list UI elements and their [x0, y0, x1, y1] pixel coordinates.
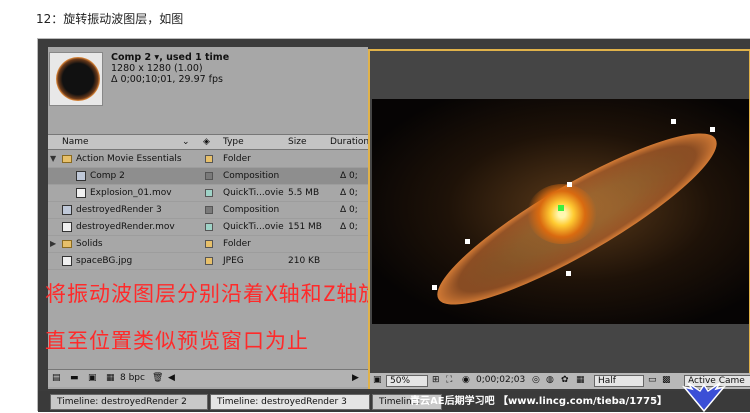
label-color-swatch[interactable] — [205, 172, 213, 180]
item-type: QuickTi...ovie — [223, 188, 284, 198]
disclosure-triangle-icon[interactable]: ▼ — [50, 154, 56, 163]
project-item-row[interactable]: ▼ Action Movie Essentials Folder — [48, 151, 368, 168]
col-type[interactable]: Type — [223, 137, 244, 147]
item-type: Composition — [223, 205, 280, 215]
file-icon — [62, 222, 72, 232]
col-duration[interactable]: Duration — [330, 137, 369, 147]
item-type: Composition — [223, 171, 280, 181]
comp-info: Comp 2 ▾, used 1 time 1280 x 1280 (1.00)… — [111, 52, 229, 85]
region-icon[interactable]: ▣ — [373, 375, 382, 385]
new-folder-icon[interactable]: ▬ — [70, 373, 79, 383]
trash-icon[interactable]: 🗑 — [152, 373, 163, 383]
item-name: Explosion_01.mov — [90, 188, 172, 198]
step-caption: 12：旋转振动波图层，如图 — [36, 12, 184, 26]
item-type: Folder — [223, 154, 251, 164]
item-name: destroyedRender.mov — [76, 222, 175, 232]
page: 12：旋转振动波图层，如图 Comp 2 ▾, used 1 time 1280… — [0, 0, 750, 413]
project-footer: ▤ ▬ ▣ ▦ 8 bpc 🗑 ◀ ▶ — [48, 369, 368, 387]
project-items-list: ▼ Action Movie Essentials Folder Comp 2 Comp… — [48, 151, 368, 270]
layer-handle[interactable] — [710, 127, 715, 132]
item-duration: Δ 0; — [340, 205, 358, 215]
item-name: Action Movie Essentials — [76, 154, 182, 164]
col-size[interactable]: Size — [288, 137, 306, 147]
mask-icon[interactable]: ⛶ — [446, 375, 452, 385]
label-color-swatch[interactable] — [205, 257, 213, 265]
layer-handle[interactable] — [567, 182, 572, 187]
item-name: spaceBG.jpg — [76, 256, 133, 266]
disclosure-triangle-icon[interactable]: ▶ — [50, 239, 56, 248]
composition-viewer[interactable]: ▣ 50% ⊞ ⛶ ◉ 0;00;02;03 ◎ ◍ ✿ ▦ Half ▭ ▩ … — [368, 49, 750, 389]
label-color-swatch[interactable] — [205, 155, 213, 163]
item-size: 151 MB — [288, 222, 322, 232]
composition-icon — [62, 205, 72, 215]
scroll-left-icon[interactable]: ◀ — [168, 373, 175, 383]
thumbnail-ring — [56, 57, 100, 101]
item-type: JPEG — [223, 256, 244, 266]
sort-chevron-icon[interactable]: ⌄ — [182, 137, 190, 147]
zoom-select[interactable]: 50% — [386, 375, 428, 387]
snapshot-icon[interactable]: ◎ — [532, 375, 540, 385]
item-type: QuickTi...ovie — [223, 222, 284, 232]
layer-handle[interactable] — [671, 119, 676, 124]
label-color-swatch[interactable] — [205, 240, 213, 248]
project-item-row[interactable]: Comp 2 Composition Δ 0; — [48, 168, 368, 185]
new-comp-icon[interactable]: ▣ — [88, 373, 97, 383]
label-color-swatch[interactable] — [205, 189, 213, 197]
label-tag-icon[interactable]: ◈ — [203, 137, 210, 147]
item-type: Folder — [223, 239, 251, 249]
layer-handle[interactable] — [432, 285, 437, 290]
folder-icon — [62, 155, 72, 163]
comp-dimensions: 1280 x 1280 (1.00) — [111, 63, 203, 74]
project-item-row[interactable]: ▶ Solids Folder — [48, 236, 368, 253]
item-duration: Δ 0; — [340, 171, 358, 181]
bpc-label[interactable]: 8 bpc — [120, 373, 145, 383]
item-name: Solids — [76, 239, 103, 249]
project-item-row[interactable]: spaceBG.jpg JPEG 210 KB — [48, 253, 368, 270]
item-duration: Δ 0; — [340, 222, 358, 232]
watermark-text: 青云AE后期学习吧 【www.lincg.com/tieba/1775】 — [410, 396, 668, 407]
item-size: 5.5 MB — [288, 188, 320, 198]
transparency-icon[interactable]: ▩ — [662, 375, 671, 385]
layer-handle[interactable] — [465, 239, 470, 244]
file-icon — [62, 256, 72, 266]
instruction-line-2: 直至位置类似预览窗口为止 — [45, 329, 309, 353]
resolution-select[interactable]: Half — [594, 375, 644, 387]
item-size: 210 KB — [288, 256, 321, 266]
composition-icon — [76, 171, 86, 181]
grid-icon[interactable]: ⊞ — [432, 375, 440, 385]
project-item-row[interactable]: destroyedRender 3 Composition Δ 0; — [48, 202, 368, 219]
roi-icon[interactable]: ▭ — [648, 375, 657, 385]
project-column-header: Name ⌄ ◈ Type Size Duration — [48, 134, 369, 150]
channel-icon[interactable]: ✿ — [561, 375, 569, 385]
file-icon — [76, 188, 86, 198]
layer-handle[interactable] — [566, 271, 571, 276]
tab-timeline-destroyed-3[interactable]: Timeline: destroyedRender 3 — [210, 394, 370, 410]
camera-icon[interactable]: ◉ — [462, 375, 470, 385]
show-snapshot-icon[interactable]: ◍ — [546, 375, 554, 385]
item-duration: Δ 0; — [340, 188, 358, 198]
instruction-line-1: 将振动波图层分别沿着X轴和Z轴旋转 — [45, 282, 403, 306]
project-item-row[interactable]: destroyedRender.mov QuickTi...ovie 151 MB Δ… — [48, 219, 368, 236]
col-name[interactable]: Name — [62, 137, 89, 147]
explosion-core — [527, 184, 597, 244]
label-color-swatch[interactable] — [205, 206, 213, 214]
folder-icon — [62, 240, 72, 248]
ae-screenshot: Comp 2 ▾, used 1 time 1280 x 1280 (1.00)… — [37, 38, 750, 413]
comp-duration: Δ 0;00;10;01, 29.97 fps — [111, 74, 224, 85]
label-color-swatch[interactable] — [205, 223, 213, 231]
anchor-point-icon[interactable] — [558, 205, 564, 211]
item-name: Comp 2 — [90, 171, 125, 181]
viewer-canvas[interactable] — [372, 99, 749, 330]
alpha-icon[interactable]: ▦ — [576, 375, 585, 385]
comp-title[interactable]: Comp 2 ▾, used 1 time — [111, 52, 229, 63]
timecode[interactable]: 0;00;02;03 — [476, 375, 525, 385]
comp-thumbnail — [49, 52, 103, 106]
interpret-icon[interactable]: ▤ — [52, 373, 61, 383]
project-item-row[interactable]: Explosion_01.mov QuickTi...ovie 5.5 MB Δ 0; — [48, 185, 368, 202]
tab-timeline-destroyed-2[interactable]: Timeline: destroyedRender 2 — [50, 394, 208, 410]
scroll-right-icon[interactable]: ▶ — [352, 373, 359, 383]
color-depth-icon[interactable]: ▦ — [106, 373, 115, 383]
wing-logo-icon — [681, 382, 727, 413]
item-name: destroyedRender 3 — [76, 205, 162, 215]
